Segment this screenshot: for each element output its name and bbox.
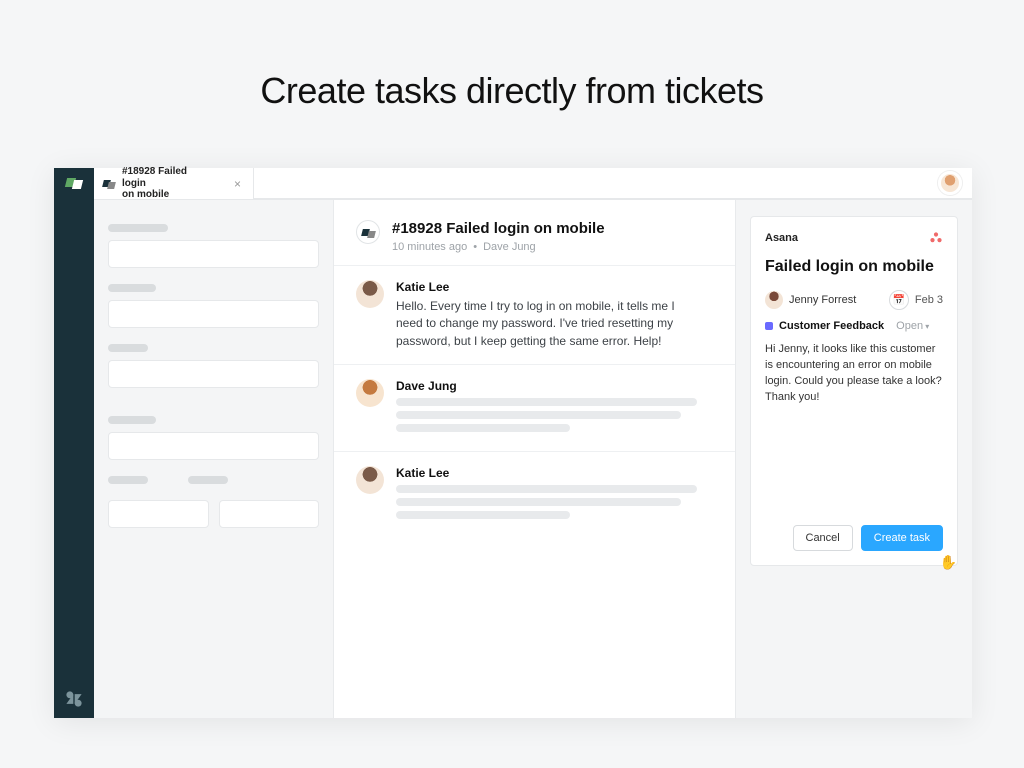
ticket-properties-sidebar bbox=[94, 200, 334, 718]
message: Katie Lee bbox=[334, 451, 735, 538]
message-text: Hello. Every time I try to log in on mob… bbox=[396, 298, 696, 350]
task-description: Hi Jenny, it looks like this customer is… bbox=[765, 342, 943, 406]
placeholder-input[interactable] bbox=[108, 360, 319, 388]
message: Dave Jung bbox=[334, 364, 735, 451]
cursor-icon: ✋ bbox=[940, 554, 957, 571]
avatar bbox=[356, 379, 384, 407]
project-field[interactable]: Customer Feedback Open bbox=[765, 320, 943, 332]
placeholder-input[interactable] bbox=[108, 500, 209, 528]
placeholder-input[interactable] bbox=[219, 500, 320, 528]
apps-panel: Asana Failed login on mobile Jenny Forre… bbox=[736, 200, 972, 718]
due-date-value: Feb 3 bbox=[915, 294, 943, 306]
placeholder-text bbox=[396, 485, 697, 493]
message-author: Katie Lee bbox=[396, 466, 713, 480]
zendesk-icon bbox=[65, 690, 83, 708]
placeholder-input[interactable] bbox=[108, 300, 319, 328]
assignee-name: Jenny Forrest bbox=[789, 294, 856, 306]
user-avatar[interactable] bbox=[938, 171, 962, 195]
tab-label: #18928 Failed loginon mobile bbox=[122, 166, 212, 201]
ticket-tab[interactable]: #18928 Failed loginon mobile × bbox=[94, 168, 254, 199]
tab-close-button[interactable]: × bbox=[230, 177, 245, 191]
asana-logo-icon bbox=[929, 231, 943, 245]
placeholder-text bbox=[396, 424, 570, 432]
project-color-icon bbox=[765, 322, 773, 330]
top-bar bbox=[254, 168, 972, 199]
placeholder-label bbox=[188, 476, 228, 484]
avatar bbox=[765, 291, 783, 309]
placeholder-text bbox=[396, 511, 570, 519]
message-author: Dave Jung bbox=[396, 379, 713, 393]
due-date-field[interactable]: 📅 Feb 3 bbox=[889, 290, 943, 310]
create-task-button[interactable]: Create task bbox=[861, 525, 943, 551]
asana-create-task-card: Asana Failed login on mobile Jenny Forre… bbox=[750, 216, 958, 566]
status-dropdown[interactable]: Open bbox=[896, 320, 929, 332]
placeholder-input[interactable] bbox=[108, 240, 319, 268]
ticket-icon bbox=[356, 220, 380, 244]
ticket-meta: 10 minutes ago•Dave Jung bbox=[392, 241, 605, 253]
placeholder-input[interactable] bbox=[108, 432, 319, 460]
hero-title: Create tasks directly from tickets bbox=[0, 70, 1024, 112]
placeholder-text bbox=[396, 411, 681, 419]
placeholder-text bbox=[396, 498, 681, 506]
avatar bbox=[356, 466, 384, 494]
avatar bbox=[356, 280, 384, 308]
ticket-title: #18928 Failed login on mobile bbox=[392, 220, 605, 237]
placeholder-label bbox=[108, 224, 168, 232]
nav-rail bbox=[54, 168, 94, 718]
asana-brand-label: Asana bbox=[765, 232, 798, 244]
placeholder-label bbox=[108, 416, 156, 424]
assignee-field[interactable]: Jenny Forrest bbox=[765, 291, 856, 309]
placeholder-label bbox=[108, 284, 156, 292]
project-name: Customer Feedback bbox=[779, 320, 884, 332]
product-logo-icon bbox=[65, 174, 83, 192]
app-window: #18928 Failed loginon mobile × bbox=[54, 168, 972, 718]
placeholder-text bbox=[396, 398, 697, 406]
calendar-icon: 📅 bbox=[889, 290, 909, 310]
message-author: Katie Lee bbox=[396, 280, 713, 294]
placeholder-label bbox=[108, 344, 148, 352]
ticket-icon bbox=[102, 177, 116, 191]
tab-bar: #18928 Failed loginon mobile × bbox=[94, 168, 972, 200]
message: Katie Lee Hello. Every time I try to log… bbox=[334, 265, 735, 364]
conversation-panel: #18928 Failed login on mobile 10 minutes… bbox=[334, 200, 736, 718]
placeholder-label bbox=[108, 476, 148, 484]
cancel-button[interactable]: Cancel bbox=[793, 525, 853, 551]
task-title: Failed login on mobile bbox=[765, 257, 943, 276]
